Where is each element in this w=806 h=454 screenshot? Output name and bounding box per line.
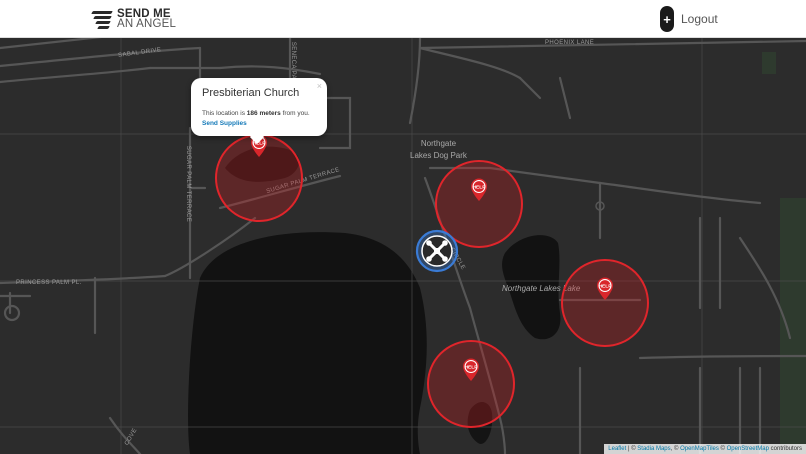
popup-text-before: This location is [202, 110, 247, 117]
label-dog-park-line-1: Northgate [420, 139, 457, 148]
help-pin-icon[interactable]: HELP [596, 277, 614, 301]
attribution-sep-3: © [718, 446, 727, 452]
help-pin-label: HELP [473, 184, 487, 190]
map-attribution: Leaflet | © Stadia Maps, © OpenMapTiles … [604, 444, 806, 454]
logout-label[interactable]: Logout [681, 12, 718, 26]
drone-icon[interactable] [415, 229, 459, 273]
popup-distance: 186 meters [246, 110, 281, 117]
lake-main [188, 232, 427, 454]
leaflet-link[interactable]: Leaflet [608, 446, 626, 452]
logo-text: SEND ME AN ANGEL [117, 8, 177, 30]
cul-de-sac [3, 304, 21, 322]
label-phoenix-lane: PHOENIX LANE [545, 40, 595, 46]
popup-distance-text: This location is 186 meters from you. [202, 110, 310, 117]
location-popup: × Presbiterian Church This location is 1… [191, 78, 327, 145]
popup-title: Presbiterian Church [202, 87, 300, 99]
help-pin-icon[interactable]: HELP [470, 178, 488, 202]
attribution-sep-1: | © [626, 446, 638, 452]
logo-line-2: AN ANGEL [117, 18, 177, 30]
help-pin-icon[interactable]: HELP [462, 358, 480, 382]
brand-logo[interactable]: SEND ME AN ANGEL [91, 7, 177, 31]
openstreetmap-link[interactable]: OpenStreetMap [727, 446, 769, 452]
top-navbar: SEND ME AN ANGEL + Logout [0, 0, 806, 38]
help-pin-label: HELP [599, 283, 613, 289]
label-princess-palm: PRINCESS PALM PL. [16, 280, 82, 286]
label-dog-park-line-2: Lakes Dog Park [410, 151, 467, 160]
logout-button[interactable]: + Logout [660, 6, 718, 32]
attribution-suffix: contributors [768, 446, 802, 452]
help-zone-lake[interactable] [561, 259, 649, 347]
close-icon[interactable]: × [317, 81, 322, 91]
openmaptiles-link[interactable]: OpenMapTiles [680, 446, 719, 452]
park-strip [780, 198, 806, 454]
popup-text-after: from you. [280, 110, 310, 117]
map-tiles [0, 38, 806, 454]
label-sugar-palm-terrace-vertical: SUGAR PALM TERRACE [185, 145, 192, 223]
help-zone-south[interactable] [427, 340, 515, 428]
send-supplies-link[interactable]: Send Supplies [202, 120, 247, 127]
help-pin-label: HELP [465, 364, 479, 370]
label-dog-park: Northgate Lakes Dog Park [410, 138, 467, 162]
app-root: SEND ME AN ANGEL + Logout SABAL DRIVE PH… [0, 0, 806, 454]
attribution-sep-2: , © [670, 446, 681, 452]
park-patch [762, 52, 776, 74]
stadia-maps-link[interactable]: Stadia Maps [637, 446, 670, 452]
map-canvas[interactable]: SABAL DRIVE PHOENIX LANE SENECA PALM SUG… [0, 38, 806, 454]
logo-stripes-icon [91, 9, 114, 29]
plus-icon[interactable]: + [660, 6, 674, 32]
